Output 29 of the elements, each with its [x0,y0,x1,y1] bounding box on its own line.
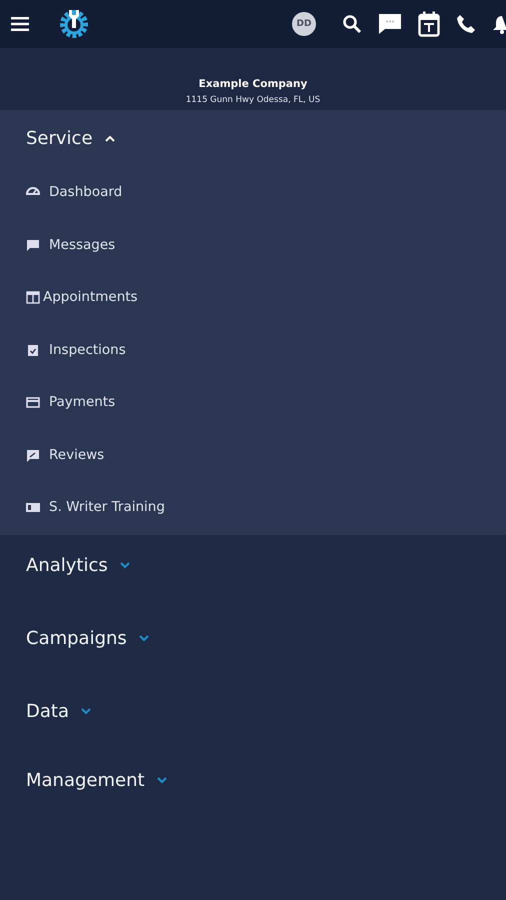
section-title[interactable]: Service [26,128,93,148]
chevron-down-icon[interactable] [138,634,149,642]
section-title[interactable]: Campaigns [26,628,127,648]
bell-icon[interactable] [492,14,506,34]
menu-item[interactable]: Reviews [49,446,104,463]
credit-card-icon [25,394,41,410]
menu-icon[interactable] [11,17,29,31]
chevron-down-icon[interactable] [80,708,91,714]
menu-item[interactable]: Payments [49,394,116,410]
section-title[interactable]: Management [26,770,145,790]
company-address: 1115 Gunn Hwy Odessa, FL, US [186,95,320,105]
menu-item[interactable]: Dashboard [49,184,122,200]
search-icon[interactable] [342,14,362,34]
chevron-down-icon[interactable] [156,776,167,784]
section-title[interactable]: Data [26,700,69,722]
calendar-icon [25,289,41,306]
chevron-up-icon[interactable] [104,134,115,142]
menu-item[interactable]: Messages [49,236,116,253]
calendar-icon[interactable] [418,11,440,37]
avatar[interactable]: DD [292,12,316,36]
menu-item[interactable]: Inspections [49,342,126,358]
company-name: Example Company [198,78,308,90]
chat-bubble-icon[interactable] [378,13,402,35]
menu-item[interactable]: Appointments [43,289,138,306]
menu-item[interactable]: S. Writer Training [49,499,165,516]
section-title[interactable]: Analytics [26,554,108,576]
gear-wrench-logo[interactable] [60,9,88,39]
chevron-down-icon[interactable] [120,562,130,568]
phone-icon[interactable] [456,14,476,34]
